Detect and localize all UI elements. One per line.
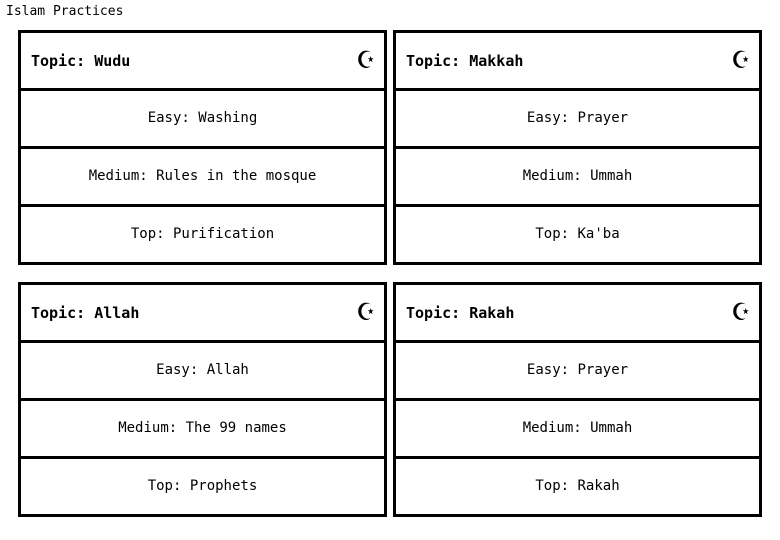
topic-card-row-text: Top: Rakah	[535, 478, 620, 494]
topic-card-row-text: Medium: Ummah	[522, 420, 633, 436]
topic-card-row-text: Medium: Ummah	[522, 168, 633, 184]
topic-card-row-top[interactable]: Top: Prophets	[21, 459, 384, 514]
topic-card-row-medium[interactable]: Medium: The 99 names	[21, 401, 384, 459]
topic-card-title: Topic: Wudu	[31, 51, 131, 70]
topic-card-row-text: Easy: Prayer	[526, 110, 629, 126]
topic-card-row-easy[interactable]: Easy: Prayer	[396, 343, 759, 401]
topic-card-row-text: Top: Prophets	[147, 478, 258, 494]
topic-card-row-easy[interactable]: Easy: Washing	[21, 91, 384, 149]
topic-card-row-text: Top: Purification	[130, 226, 275, 242]
topic-card-header: Topic: Wudu ☪	[21, 33, 384, 91]
topic-card-row-top[interactable]: Top: Purification	[21, 207, 384, 262]
topic-card-header: Topic: Rakah ☪	[396, 285, 759, 343]
topic-card-header: Topic: Allah ☪	[21, 285, 384, 343]
topic-card-row-text: Easy: Washing	[147, 110, 258, 126]
topic-card-row-text: Medium: Rules in the mosque	[88, 168, 317, 184]
topic-card-row-text: Medium: The 99 names	[118, 420, 287, 436]
topic-card-title: Topic: Makkah	[406, 51, 524, 70]
topic-card-row-text: Easy: Prayer	[526, 362, 629, 378]
star-and-crescent-icon: ☪	[732, 44, 749, 75]
topic-card-row-easy[interactable]: Easy: Allah	[21, 343, 384, 401]
star-and-crescent-icon: ☪	[357, 44, 374, 75]
topic-card-row-text: Easy: Allah	[156, 362, 249, 378]
topic-card-grid: Topic: Wudu ☪ Easy: Washing Medium: Rule…	[18, 30, 762, 517]
topic-card-row-top[interactable]: Top: Ka'ba	[396, 207, 759, 262]
topic-card-row-medium[interactable]: Medium: Ummah	[396, 149, 759, 207]
topic-card-header: Topic: Makkah ☪	[396, 33, 759, 91]
star-and-crescent-icon: ☪	[732, 296, 749, 327]
topic-card-row-top[interactable]: Top: Rakah	[396, 459, 759, 514]
topic-card-row-text: Top: Ka'ba	[535, 226, 620, 242]
topic-card-title: Topic: Rakah	[406, 303, 515, 322]
topic-card-row-medium[interactable]: Medium: Rules in the mosque	[21, 149, 384, 207]
topic-card[interactable]: Topic: Makkah ☪ Easy: Prayer Medium: Umm…	[393, 30, 762, 265]
topic-card[interactable]: Topic: Allah ☪ Easy: Allah Medium: The 9…	[18, 282, 387, 517]
topic-card-row-easy[interactable]: Easy: Prayer	[396, 91, 759, 149]
topic-card[interactable]: Topic: Wudu ☪ Easy: Washing Medium: Rule…	[18, 30, 387, 265]
page-title: Islam Practices	[6, 4, 124, 19]
topic-card-row-medium[interactable]: Medium: Ummah	[396, 401, 759, 459]
topic-card[interactable]: Topic: Rakah ☪ Easy: Prayer Medium: Umma…	[393, 282, 762, 517]
topic-card-title: Topic: Allah	[31, 303, 140, 322]
star-and-crescent-icon: ☪	[357, 296, 374, 327]
